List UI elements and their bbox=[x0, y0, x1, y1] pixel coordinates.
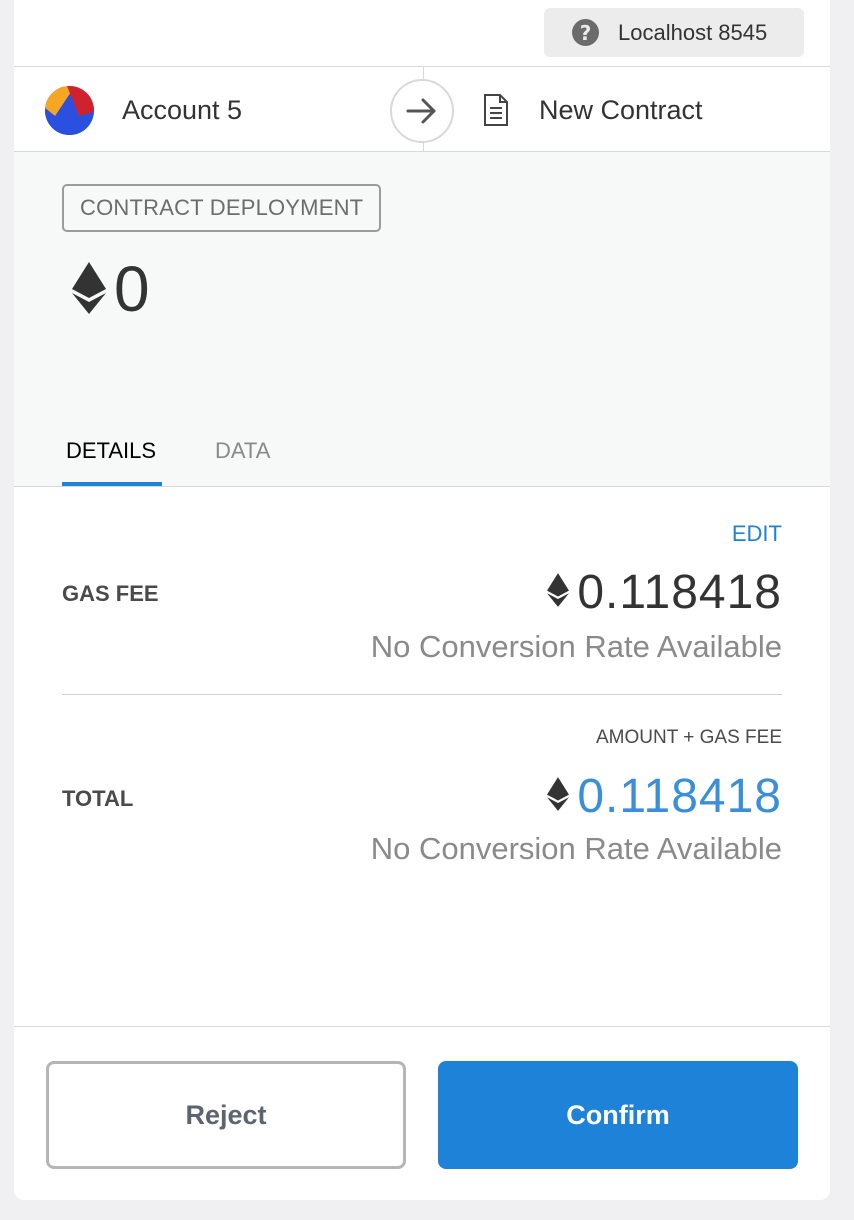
ethereum-icon bbox=[547, 776, 570, 817]
tab-bar: DETAILS DATA bbox=[14, 432, 830, 487]
network-bar: ? Localhost 8545 bbox=[14, 0, 830, 67]
active-tab-indicator bbox=[62, 482, 162, 486]
transaction-amount: 0 bbox=[114, 253, 150, 325]
reject-button[interactable]: Reject bbox=[46, 1061, 406, 1169]
total-conversion: No Conversion Rate Available bbox=[370, 831, 782, 866]
help-circle-icon: ? bbox=[572, 19, 599, 46]
network-selector[interactable]: ? Localhost 8545 bbox=[544, 8, 804, 57]
sender-account-name[interactable]: Account 5 bbox=[122, 95, 242, 126]
tab-details[interactable]: DETAILS bbox=[66, 438, 156, 464]
sender-recipient-row: Account 5 New Contract bbox=[14, 67, 830, 152]
arrow-right-icon bbox=[390, 79, 454, 143]
total-subheader: AMOUNT + GAS FEE bbox=[596, 727, 782, 748]
gas-fee-conversion: No Conversion Rate Available bbox=[370, 629, 782, 664]
confirm-button[interactable]: Confirm bbox=[438, 1061, 798, 1169]
transaction-summary: CONTRACT DEPLOYMENT 0 DETAILS DATA bbox=[14, 152, 830, 487]
gas-fee-label: GAS FEE bbox=[62, 581, 159, 606]
tab-data[interactable]: DATA bbox=[215, 438, 270, 464]
edit-gas-link[interactable]: EDIT bbox=[732, 521, 782, 547]
ethereum-icon bbox=[72, 262, 106, 319]
confirm-transaction-panel: ? Localhost 8545 Account 5 New Contract … bbox=[14, 0, 830, 1200]
action-footer: Reject Confirm bbox=[14, 1026, 830, 1200]
ethereum-icon bbox=[547, 572, 570, 613]
network-label: Localhost 8545 bbox=[618, 19, 768, 45]
total-value-row: 0.118418 bbox=[547, 769, 782, 824]
transaction-type-badge: CONTRACT DEPLOYMENT bbox=[62, 184, 382, 232]
document-icon bbox=[483, 94, 509, 131]
account-avatar bbox=[45, 86, 94, 135]
gas-fee-value-row: 0.118418 bbox=[547, 565, 782, 620]
total-value: 0.118418 bbox=[577, 770, 782, 823]
gas-fee-value: 0.118418 bbox=[577, 566, 782, 619]
divider bbox=[62, 694, 782, 695]
recipient-name: New Contract bbox=[539, 95, 703, 125]
total-label: TOTAL bbox=[62, 786, 134, 811]
